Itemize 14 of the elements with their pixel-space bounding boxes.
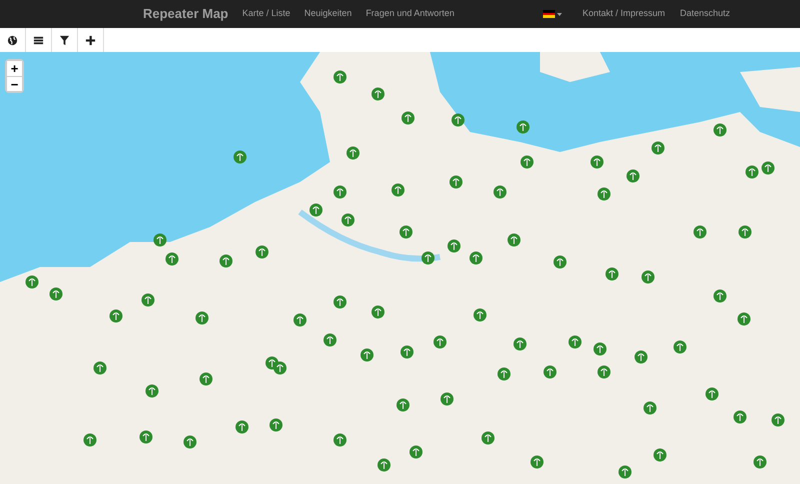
plus-icon xyxy=(85,34,96,46)
zoom-out-button[interactable]: − xyxy=(7,76,22,91)
nav-link[interactable]: Fragen und Antworten xyxy=(366,7,454,21)
caret-icon xyxy=(557,12,562,16)
nav-link[interactable]: Karte / Liste xyxy=(242,7,290,21)
brand-link[interactable]: Repeater Map xyxy=(143,4,228,24)
globe-icon xyxy=(7,34,18,46)
nav-link[interactable]: Datenschutz xyxy=(680,7,730,21)
language-dropdown[interactable] xyxy=(543,10,562,18)
nav-link[interactable]: Neuigkeiten xyxy=(304,7,352,21)
list-icon xyxy=(33,34,44,46)
nav-link[interactable]: Kontakt / Impressum xyxy=(582,7,665,21)
flag-icon xyxy=(543,10,556,18)
filter-icon xyxy=(59,34,70,46)
